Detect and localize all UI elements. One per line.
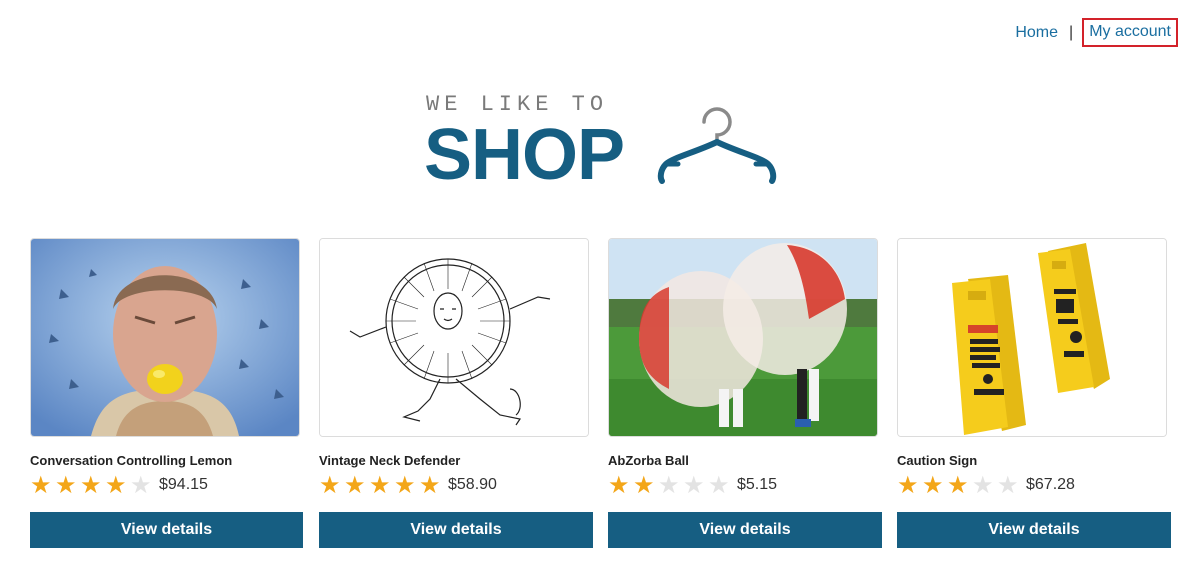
product-price: $5.15 <box>737 476 778 493</box>
star-rating: ★ ★ ★ ★ ★ <box>608 473 733 497</box>
site-logo[interactable]: WE LIKE TO SHOP <box>424 90 784 195</box>
star-rating: ★ ★ ★ ★ ★ <box>30 473 155 497</box>
product-card: Caution Sign ★ ★ ★ ★ ★ $67.28 View details <box>897 238 1171 548</box>
star-filled-icon: ★ <box>633 471 655 499</box>
product-name[interactable]: Caution Sign <box>897 453 1171 469</box>
product-name[interactable]: Conversation Controlling Lemon <box>30 453 304 469</box>
star-empty-icon: ★ <box>708 471 730 499</box>
star-filled-icon: ★ <box>419 471 441 499</box>
product-rating-row: ★ ★ ★ ★ ★ $94.15 <box>30 473 304 497</box>
star-filled-icon: ★ <box>897 471 919 499</box>
star-filled-icon: ★ <box>55 471 77 499</box>
star-empty-icon: ★ <box>972 471 994 499</box>
product-card: Vintage Neck Defender ★ ★ ★ ★ ★ $58.90 View … <box>319 238 593 548</box>
star-empty-icon: ★ <box>130 471 152 499</box>
product-image-neck-defender[interactable] <box>319 238 589 437</box>
product-image-lemon[interactable] <box>30 238 300 437</box>
view-details-button[interactable]: View details <box>319 512 593 548</box>
star-filled-icon: ★ <box>344 471 366 499</box>
page: Home | My account WE LIKE TO SHOP Conver… <box>0 0 1203 567</box>
star-filled-icon: ★ <box>922 471 944 499</box>
nav-separator: | <box>1069 23 1074 41</box>
product-price: $67.28 <box>1026 476 1075 493</box>
logo-brand: SHOP <box>424 115 625 195</box>
star-filled-icon: ★ <box>608 471 630 499</box>
product-name[interactable]: Vintage Neck Defender <box>319 453 593 469</box>
product-card: AbZorba Ball ★ ★ ★ ★ ★ $5.15 View details <box>608 238 882 548</box>
product-image-abzorba-ball[interactable] <box>608 238 878 437</box>
top-navigation: Home | My account <box>1015 18 1178 47</box>
product-name[interactable]: AbZorba Ball <box>608 453 882 469</box>
star-empty-icon: ★ <box>683 471 705 499</box>
product-price: $94.15 <box>159 476 208 493</box>
hanger-icon <box>657 107 777 184</box>
star-rating: ★ ★ ★ ★ ★ <box>319 473 444 497</box>
star-filled-icon: ★ <box>319 471 341 499</box>
product-card: Conversation Controlling Lemon ★ ★ ★ ★ ★ $94… <box>30 238 304 548</box>
star-filled-icon: ★ <box>30 471 52 499</box>
star-filled-icon: ★ <box>105 471 127 499</box>
star-filled-icon: ★ <box>394 471 416 499</box>
star-empty-icon: ★ <box>997 471 1019 499</box>
product-price: $58.90 <box>448 476 497 493</box>
product-rating-row: ★ ★ ★ ★ ★ $58.90 <box>319 473 593 497</box>
my-account-link[interactable]: My account <box>1082 18 1178 47</box>
view-details-button[interactable]: View details <box>30 512 303 548</box>
product-rating-row: ★ ★ ★ ★ ★ $5.15 <box>608 473 882 497</box>
product-grid: Conversation Controlling Lemon ★ ★ ★ ★ ★ $94… <box>30 238 1175 548</box>
view-details-button[interactable]: View details <box>608 512 882 548</box>
star-filled-icon: ★ <box>369 471 391 499</box>
product-image-caution-sign[interactable] <box>897 238 1167 437</box>
view-details-button[interactable]: View details <box>897 512 1171 548</box>
home-link[interactable]: Home <box>1015 24 1058 42</box>
star-filled-icon: ★ <box>947 471 969 499</box>
star-empty-icon: ★ <box>658 471 680 499</box>
star-filled-icon: ★ <box>80 471 102 499</box>
star-rating: ★ ★ ★ ★ ★ <box>897 473 1022 497</box>
product-rating-row: ★ ★ ★ ★ ★ $67.28 <box>897 473 1171 497</box>
